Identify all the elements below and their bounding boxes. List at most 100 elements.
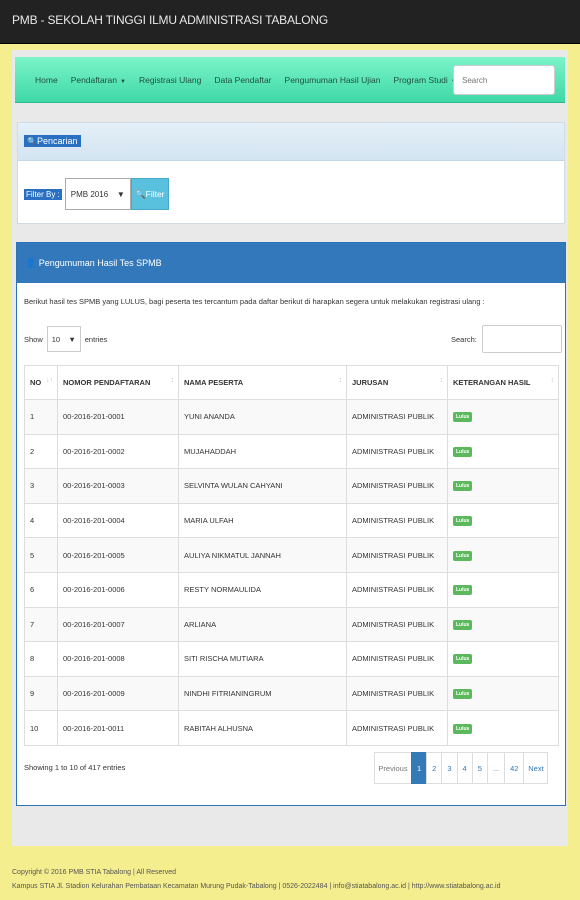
pagination-previous[interactable]: Previous: [374, 752, 412, 784]
entries-length-select[interactable]: 10 ▼: [46, 326, 81, 352]
footer-copyright: Copyright © 2016 PMB STIA Tabalong | All…: [12, 869, 177, 876]
cell-hasil: Lulus: [447, 537, 559, 573]
table-row: 4 00-2016-201-0004 MARIA ULFAH ADMINISTRASI…: [24, 502, 559, 539]
cell-nomor: 00-2016-201-0006: [57, 571, 179, 608]
nav-item-label: Pendaftaran: [70, 75, 118, 85]
chevron-down-icon: ▼: [116, 189, 125, 199]
nav-item-registrasi-ulang[interactable]: Registrasi Ulang: [139, 75, 201, 85]
cell-jurusan: ADMINISTRASI PUBLIK: [346, 468, 448, 504]
pagination-page[interactable]: 5: [471, 752, 488, 784]
sort-icon: ↕: [338, 377, 343, 384]
cell-no: 4: [24, 502, 58, 539]
column-header[interactable]: NO ↓↑: [24, 365, 58, 400]
nav-item-label: Program Studi: [393, 75, 448, 85]
pagination-page[interactable]: 42: [504, 752, 525, 784]
nav-item-data-pendaftar[interactable]: Data Pendaftar: [214, 75, 271, 85]
pagination: Previous 1 2 3 4 5... 42 Next: [374, 752, 549, 784]
caret-down-icon: ▼: [120, 79, 126, 85]
cell-jurusan: ADMINISTRASI PUBLIK: [346, 399, 448, 435]
cell-jurusan: ADMINISTRASI PUBLIK: [346, 537, 448, 573]
cell-hasil: Lulus: [447, 468, 559, 504]
nav-item-program-studi[interactable]: Program Studi▼: [393, 75, 456, 85]
nav-item-pengumuman-hasil-ujian[interactable]: Pengumuman Hasil Ujian: [285, 75, 381, 85]
cell-jurusan: ADMINISTRASI PUBLIK: [346, 571, 448, 608]
site-title[interactable]: PMB - SEKOLAH TINGGI ILMU ADMINISTRASI T…: [12, 13, 328, 27]
search-icon: 🔍: [135, 188, 146, 199]
column-header[interactable]: NAMA PESERTA ↕: [178, 365, 347, 400]
nav-item-label: Home: [35, 75, 58, 85]
search-panel-heading: 🔍Pencarian: [18, 123, 564, 161]
column-header[interactable]: NOMOR PENDAFTARAN ↕: [57, 365, 179, 400]
cell-hasil: Lulus: [447, 641, 559, 677]
cell-no: 6: [24, 571, 58, 608]
cell-jurusan: ADMINISTRASI PUBLIK: [346, 675, 448, 712]
nav-list: Home Pendaftaran ▼ Registrasi Ulang Data Pen…: [15, 57, 470, 103]
cell-no: 2: [24, 433, 58, 470]
table-row: 7 00-2016-201-0007 ARLIANA ADMINISTRASI PUB…: [24, 606, 559, 643]
column-header-label: NAMA PESERTA: [184, 378, 244, 387]
cell-jurusan: ADMINISTRASI PUBLIK: [346, 710, 448, 746]
cell-hasil: Lulus: [447, 399, 559, 435]
cell-no: 9: [24, 675, 58, 712]
table-body: 1 00-2016-201-0001 YUNI ANANDA ADMINISTRASI…: [24, 399, 559, 746]
pagination-page[interactable]: 3: [441, 752, 458, 784]
footer: Copyright © 2016 PMB STIA Tabalong | All…: [12, 866, 500, 894]
status-badge: Lulus: [453, 689, 473, 700]
search-panel: 🔍Pencarian Filter By : PMB 2016 ▼ 🔍 Filte…: [17, 122, 565, 224]
nav-search-input[interactable]: [453, 65, 555, 95]
cell-nomor: 00-2016-201-0011: [57, 710, 179, 746]
table-row: 2 00-2016-201-0002 MUJAHADDAH ADMINISTRASI …: [24, 433, 559, 470]
results-panel-title: 👤 Pengumuman Hasil Tes SPMB: [25, 258, 162, 268]
cell-nama: MARIA ULFAH: [178, 502, 347, 539]
cell-hasil: Lulus: [447, 571, 559, 608]
cell-nomor: 00-2016-201-0002: [57, 433, 179, 470]
cell-nomor: 00-2016-201-0005: [57, 537, 179, 573]
cell-nomor: 00-2016-201-0007: [57, 606, 179, 643]
pagination-next[interactable]: Next: [523, 752, 549, 784]
pagination-ellipsis: ...: [486, 752, 506, 784]
table-row: 6 00-2016-201-0006 RESTY NORMAULIDA ADMINIS…: [24, 571, 559, 608]
status-badge: Lulus: [453, 412, 473, 423]
table-search: Search:: [451, 325, 562, 353]
cell-no: 7: [24, 606, 58, 643]
filter-row: Filter By : PMB 2016 ▼ 🔍 Filter: [24, 178, 169, 210]
table-row: 5 00-2016-201-0005 AULIYA NIKMATUL JANNAH A…: [24, 537, 559, 573]
status-badge: Lulus: [453, 723, 473, 734]
cell-hasil: Lulus: [447, 710, 559, 746]
cell-no: 10: [24, 710, 58, 746]
cell-nama: RABITAH ALHUSNA: [178, 710, 347, 746]
nav-item-home[interactable]: Home: [35, 75, 58, 85]
table-info: Showing 1 to 10 of 417 entries: [24, 763, 126, 772]
column-header-label: KETERANGAN HASIL: [453, 378, 531, 387]
status-badge: Lulus: [453, 550, 473, 561]
status-badge: Lulus: [453, 654, 473, 665]
results-intro: Berikut hasil tes SPMB yang LULUS, bagi …: [24, 297, 485, 306]
filter-select[interactable]: PMB 2016 ▼: [64, 178, 131, 210]
table-row: 10 00-2016-201-0011 RABITAH ALHUSNA ADMINIS…: [24, 710, 559, 746]
cell-nama: AULIYA NIKMATUL JANNAH: [178, 537, 347, 573]
nav-item-pendaftaran[interactable]: Pendaftaran ▼: [71, 75, 126, 85]
filter-button[interactable]: 🔍 Filter: [130, 178, 169, 210]
chevron-down-icon: ▼: [68, 334, 76, 344]
entries-length: Show 10 ▼ entries: [24, 326, 107, 352]
pagination-page[interactable]: 1: [411, 752, 428, 784]
cell-nama: RESTY NORMAULIDA: [178, 571, 347, 608]
table-row: 1 00-2016-201-0001 YUNI ANANDA ADMINISTRASI…: [24, 399, 559, 435]
pagination-page[interactable]: 2: [426, 752, 443, 784]
table-row: 8 00-2016-201-0008 SITI RISCHA MUTIARA ADMI…: [24, 641, 559, 677]
cell-nama: SELVINTA WULAN CAHYANI: [178, 468, 347, 504]
main-navbar: Home Pendaftaran ▼ Registrasi Ulang Data Pen…: [15, 57, 565, 103]
cell-nama: SITI RISCHA MUTIARA: [178, 641, 347, 677]
results-table: NO ↓↑ NOMOR PENDAFTARAN ↕ NAMA PESERTA ↕ JURUS…: [24, 365, 559, 746]
cell-hasil: Lulus: [447, 675, 559, 712]
cell-nama: NINDHI FITRIANINGRUM: [178, 675, 347, 712]
search-icon: 🔍: [27, 137, 37, 146]
pagination-page[interactable]: 4: [456, 752, 473, 784]
cell-no: 5: [24, 537, 58, 573]
table-search-input[interactable]: [481, 325, 562, 353]
cell-no: 1: [24, 399, 58, 435]
cell-jurusan: ADMINISTRASI PUBLIK: [346, 641, 448, 677]
column-header[interactable]: KETERANGAN HASIL ↕: [447, 365, 559, 400]
nav-item-label: Registrasi Ulang: [138, 75, 202, 85]
column-header[interactable]: JURUSAN ↕: [346, 365, 448, 400]
